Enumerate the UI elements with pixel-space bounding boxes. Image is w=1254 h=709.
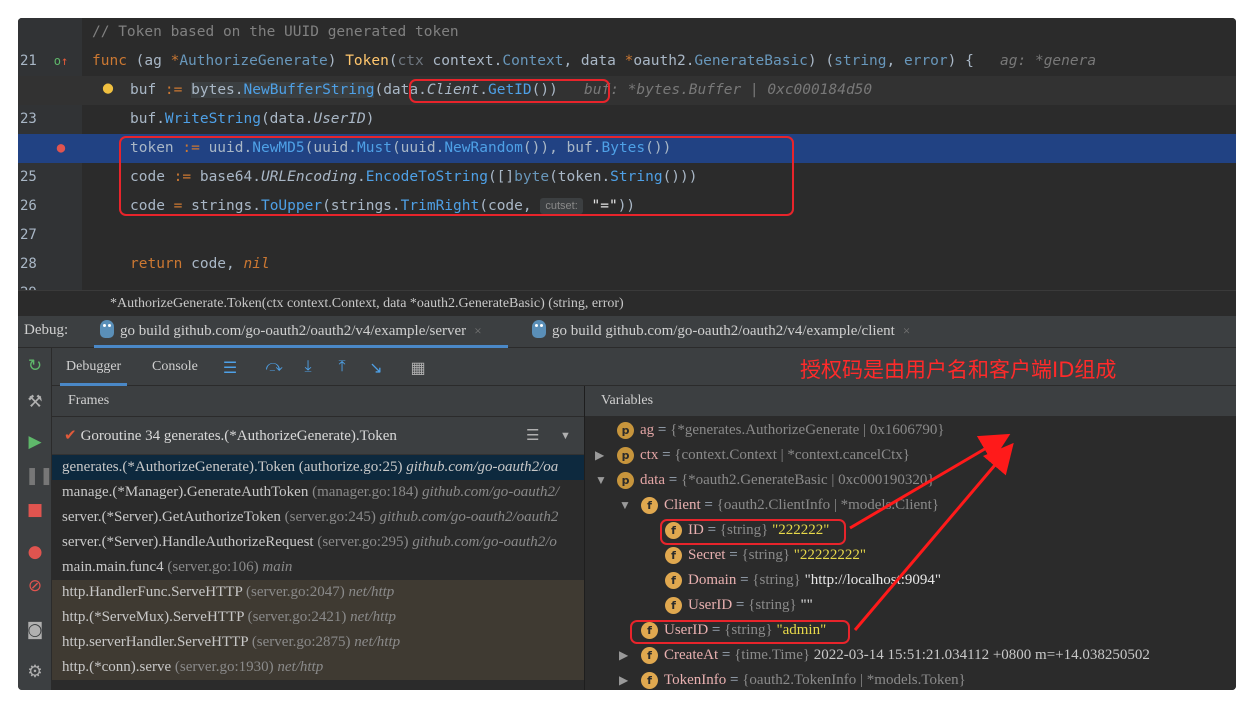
variable-row-client[interactable]: ▼ f Client = {oauth2.ClientInfo | *model…	[585, 493, 1236, 518]
evaluate-table-icon[interactable]: ▦	[408, 358, 428, 378]
code-editor[interactable]: 21 // Token based on the UUID generated …	[18, 18, 1236, 290]
gear-icon[interactable]: ⚙	[25, 662, 45, 682]
stack-frame[interactable]: server.(*Server).HandleAuthorizeRequest …	[52, 530, 584, 555]
code-line-26[interactable]: 26 code := base64.URLEncoding.EncodeToSt…	[18, 163, 1236, 214]
stack-frame[interactable]: main.main.func4 (server.go:106) main	[52, 555, 584, 580]
field-badge-icon: f	[641, 497, 658, 514]
chevron-right-icon[interactable]: ▶	[619, 668, 628, 690]
settings-wrench-icon[interactable]: ⚒	[25, 392, 45, 412]
field-badge-icon: f	[665, 572, 682, 589]
step-into-icon[interactable]: ⤓	[298, 358, 318, 376]
breakpoint-icon[interactable]: ●	[51, 134, 71, 163]
gopher-icon	[100, 320, 114, 338]
field-badge-icon: f	[665, 522, 682, 539]
camera-icon[interactable]: ◙	[25, 620, 45, 640]
pause-icon[interactable]: ❚❚	[25, 466, 54, 486]
close-icon[interactable]: ×	[903, 323, 910, 338]
inline-debug-hint: ag: *genera	[1000, 53, 1097, 69]
variables-tree: p ag = {*generates.AuthorizeGenerate | 0…	[585, 417, 1236, 690]
variable-row-tokeninfo[interactable]: ▶ f TokenInfo = {oauth2.TokenInfo | *mod…	[585, 668, 1236, 690]
tab-debug-server[interactable]: go build github.com/go-oauth2/oauth2/v4/…	[94, 316, 508, 348]
close-icon[interactable]: ×	[474, 323, 481, 338]
field-badge-icon: f	[641, 647, 658, 664]
variable-row-ag[interactable]: p ag = {*generates.AuthorizeGenerate | 0…	[585, 418, 1236, 443]
goroutine-selector[interactable]: ✔ Goroutine 34 generates.(*AuthorizeGener…	[52, 417, 584, 455]
inline-debug-hint: buf: *bytes.Buffer | 0xc000184d50	[584, 82, 873, 98]
variables-panel: Variables p ag = {*generates.AuthorizeGe…	[585, 386, 1236, 690]
code-line-24[interactable]: 24 buf.WriteString(data.UserID)	[18, 105, 1236, 156]
code-line-23[interactable]: 23 ● buf := bytes.NewBufferString(data.C…	[18, 74, 1236, 127]
debug-tool-window-header: Debug: go build github.com/go-oauth2/oau…	[18, 316, 1236, 348]
chevron-down-icon[interactable]: ▼	[595, 468, 607, 493]
code-line-28[interactable]: 28	[18, 221, 1236, 272]
gopher-icon	[532, 320, 546, 338]
stack-frame[interactable]: http.(*ServeMux).ServeHTTP (server.go:24…	[52, 605, 584, 630]
filter-icon[interactable]: ☰	[526, 417, 539, 455]
debug-label: Debug:	[24, 322, 69, 338]
stack-frame[interactable]: http.serverHandler.ServeHTTP (server.go:…	[52, 630, 584, 655]
tab-debugger[interactable]: Debugger	[60, 348, 128, 386]
tab-console[interactable]: Console	[146, 348, 204, 386]
view-breakpoints-icon[interactable]: ●	[25, 542, 45, 562]
implements-gutter-icon[interactable]: o↑	[51, 47, 71, 76]
lightbulb-icon[interactable]: ●	[98, 74, 118, 103]
variables-header: Variables	[585, 386, 1236, 417]
field-badge-icon: f	[641, 672, 658, 689]
param-badge-icon: p	[617, 472, 634, 489]
variable-row-client-secret[interactable]: f Secret = {string} "22222222"	[585, 543, 1236, 568]
variable-row-client-id[interactable]: f ID = {string} "222222"	[585, 518, 1236, 543]
chevron-down-icon[interactable]: ▼	[560, 417, 571, 455]
stack-frames-list: generates.(*AuthorizeGenerate).Token (au…	[52, 455, 584, 680]
mute-breakpoints-icon[interactable]: ⊘	[25, 576, 45, 596]
code-line-25-current[interactable]: 25 ● token := uuid.NewMD5(uuid.Must(uuid…	[18, 134, 1236, 185]
chevron-down-icon[interactable]: ▼	[619, 493, 631, 518]
variable-row-userid[interactable]: f UserID = {string} "admin"	[585, 618, 1236, 643]
param-badge-icon: p	[617, 422, 634, 439]
stack-frame[interactable]: server.(*Server).GetAuthorizeToken (serv…	[52, 505, 584, 530]
line-number: 29	[18, 279, 48, 290]
run-to-cursor-icon[interactable]: ↘	[366, 358, 386, 378]
chevron-right-icon[interactable]: ▶	[619, 643, 628, 668]
checkmark-icon: ✔	[64, 428, 77, 444]
field-badge-icon: f	[665, 597, 682, 614]
step-out-icon[interactable]: ⤒	[332, 358, 352, 376]
code-comment: // Token based on the UUID generated tok…	[92, 24, 459, 40]
variable-row-data[interactable]: ▼ p data = {*oauth2.GenerateBasic | 0xc0…	[585, 468, 1236, 493]
field-badge-icon: f	[665, 547, 682, 564]
debug-left-toolbar: ↻ ⚒ ▶ ❚❚ ■ ● ⊘ ◙ ⚙	[18, 348, 54, 690]
code-token: func	[92, 53, 127, 69]
resume-icon[interactable]: ▶	[25, 432, 45, 452]
code-line-21[interactable]: 21 // Token based on the UUID generated …	[18, 18, 1236, 69]
step-over-icon[interactable]: ⤼	[264, 358, 284, 376]
code-line-27[interactable]: 27 code = strings.ToUpper(strings.TrimRi…	[18, 192, 1236, 243]
frames-panel: Frames ✔ Goroutine 34 generates.(*Authori…	[52, 386, 585, 690]
frames-header: Frames	[52, 386, 584, 417]
signature-breadcrumb: *AuthorizeGenerate.Token(ctx context.Con…	[18, 290, 1236, 316]
stack-frame[interactable]: http.HandlerFunc.ServeHTTP (server.go:20…	[52, 580, 584, 605]
menu-icon[interactable]: ☰	[220, 358, 240, 378]
stop-icon[interactable]: ■	[25, 500, 45, 520]
variable-row-ctx[interactable]: ▶ p ctx = {context.Context | *context.ca…	[585, 443, 1236, 468]
tab-debug-client[interactable]: go build github.com/go-oauth2/oauth2/v4/…	[526, 316, 946, 348]
rerun-icon[interactable]: ↻	[25, 356, 45, 376]
code-line-29[interactable]: 29 return code, nil	[18, 250, 1236, 290]
chevron-right-icon[interactable]: ▶	[595, 443, 604, 468]
param-badge-icon: p	[617, 447, 634, 464]
stack-frame[interactable]: generates.(*AuthorizeGenerate).Token (au…	[52, 455, 584, 480]
variable-row-client-userid[interactable]: f UserID = {string} ""	[585, 593, 1236, 618]
stack-frame[interactable]: manage.(*Manager).GenerateAuthToken (man…	[52, 480, 584, 505]
variable-row-client-domain[interactable]: f Domain = {string} "http://localhost:90…	[585, 568, 1236, 593]
code-line-22[interactable]: 22 o↑ func (ag *AuthorizeGenerate) Token…	[18, 47, 1236, 98]
parameter-hint: cutset:	[540, 198, 583, 214]
stack-frame[interactable]: http.(*conn).serve (server.go:1930) net/…	[52, 655, 584, 680]
annotation-text: 授权码是由用户名和客户端ID组成	[800, 358, 1117, 382]
field-badge-icon: f	[641, 622, 658, 639]
variable-row-createat[interactable]: ▶ f CreateAt = {time.Time} 2022-03-14 15…	[585, 643, 1236, 668]
